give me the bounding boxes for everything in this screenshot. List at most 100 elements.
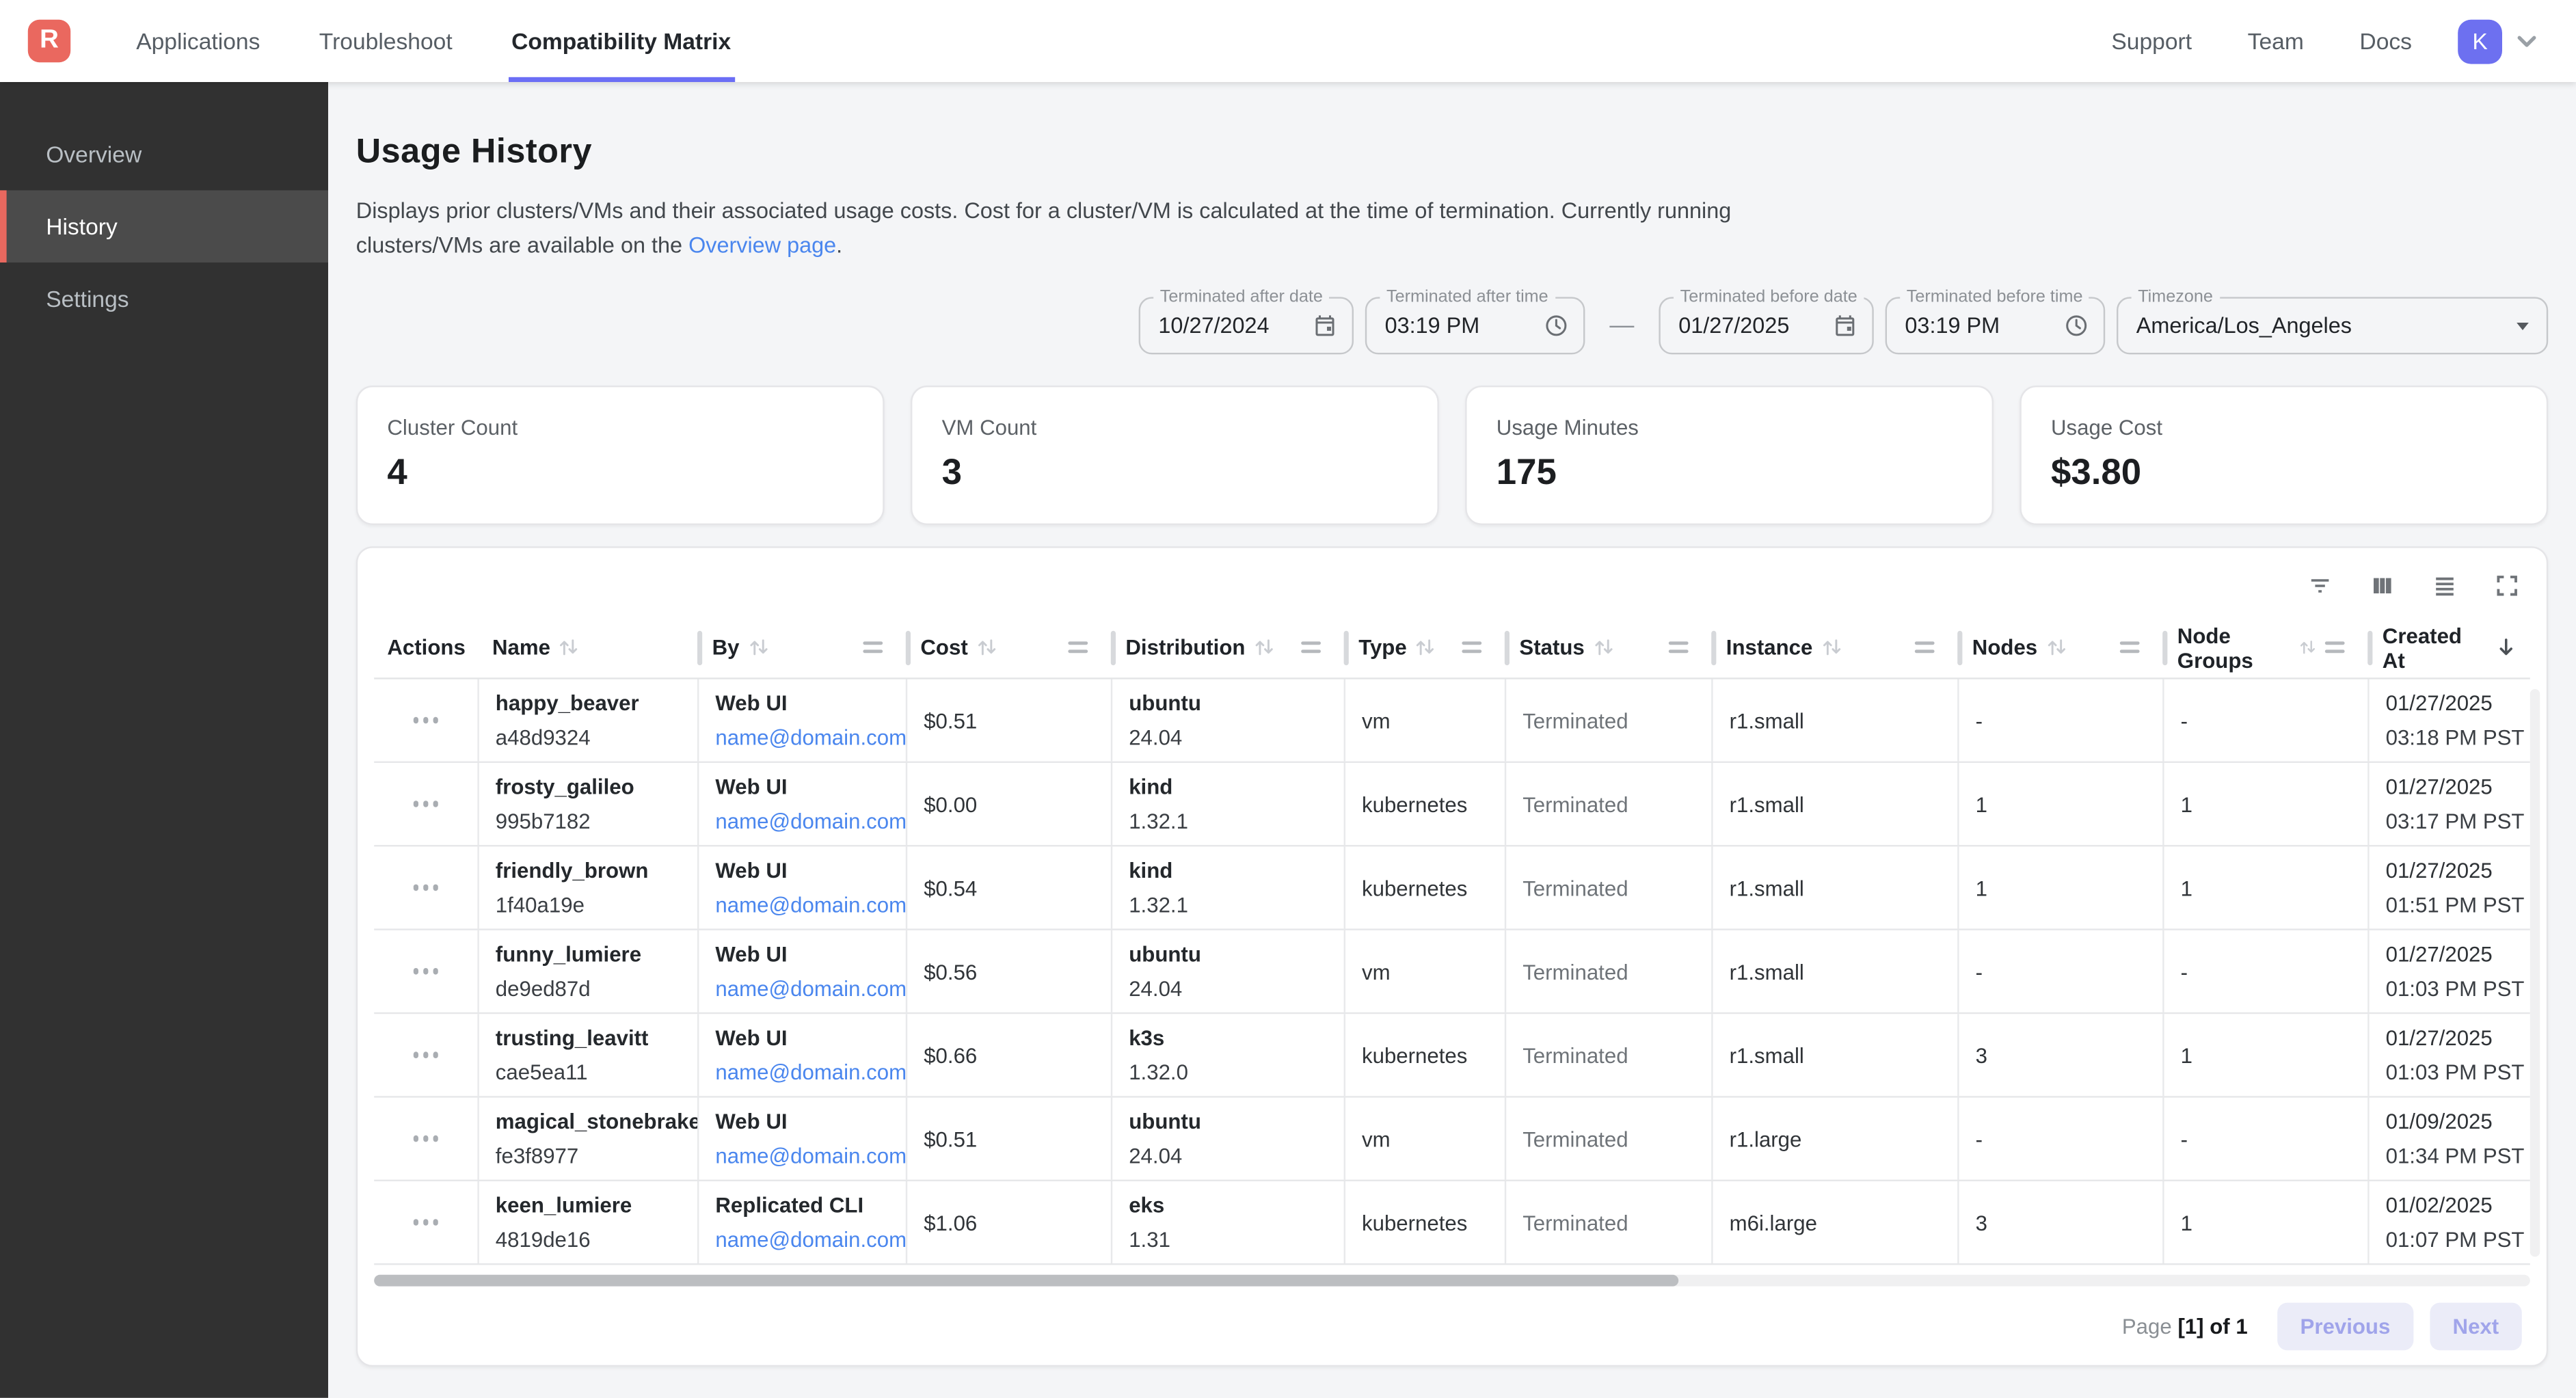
sidebar-item-history[interactable]: History xyxy=(0,190,328,263)
nav-item-support[interactable]: Support xyxy=(2111,28,2192,54)
sort-icon[interactable] xyxy=(748,636,769,658)
cell-status: Terminated xyxy=(1506,1098,1713,1180)
dropdown-arrow-icon[interactable] xyxy=(2501,317,2532,334)
avatar[interactable]: K xyxy=(2458,19,2502,64)
column-header[interactable]: By xyxy=(699,617,907,677)
column-menu-icon[interactable] xyxy=(1915,641,1935,654)
nav-item-compatibility-matrix[interactable]: Compatibility Matrix xyxy=(511,0,731,82)
clock-icon[interactable] xyxy=(2051,313,2089,338)
terminated-after-time-field[interactable]: Terminated after time 03:19 PM xyxy=(1365,297,1585,354)
row-actions-button[interactable] xyxy=(407,794,445,814)
row-email-link[interactable]: name@domain.com xyxy=(715,893,889,917)
sort-icon[interactable] xyxy=(1253,636,1274,658)
columns-icon[interactable] xyxy=(2370,573,2396,599)
cell-nodes: 1 xyxy=(1959,846,2164,928)
cell-name: keen_lumiere 4819de16 xyxy=(479,1181,699,1263)
cell-actions xyxy=(374,763,479,845)
column-menu-icon[interactable] xyxy=(1301,641,1321,654)
overview-page-link[interactable]: Overview page xyxy=(688,233,836,258)
cell-type: vm xyxy=(1345,930,1506,1012)
date-range-separator: — xyxy=(1609,312,1634,340)
row-email-link[interactable]: name@domain.com xyxy=(715,1060,889,1084)
sort-icon[interactable] xyxy=(2045,636,2067,658)
row-actions-button[interactable] xyxy=(407,1213,445,1232)
sort-icon[interactable] xyxy=(1821,636,1842,658)
calendar-icon[interactable] xyxy=(1820,313,1857,338)
page-description: Displays prior clusters/VMs and their as… xyxy=(356,193,2548,263)
cell-nodes: - xyxy=(1959,680,2164,762)
nav-item-troubleshoot[interactable]: Troubleshoot xyxy=(319,0,453,82)
stat-card: Usage Minutes 175 xyxy=(1465,386,1994,525)
horizontal-scrollbar[interactable] xyxy=(374,1275,2530,1287)
cell-nodes: 1 xyxy=(1959,763,2164,845)
terminated-before-time-field[interactable]: Terminated before time 03:19 PM xyxy=(1886,297,2106,354)
cell-by: Web UI name@domain.com xyxy=(699,930,907,1012)
column-menu-icon[interactable] xyxy=(863,641,883,654)
cell-actions xyxy=(374,930,479,1012)
row-email-link[interactable]: name@domain.com xyxy=(715,1227,889,1252)
column-header[interactable]: Status xyxy=(1506,617,1713,677)
row-actions-button[interactable] xyxy=(407,1045,445,1064)
next-page-button[interactable]: Next xyxy=(2430,1302,2522,1349)
previous-page-button[interactable]: Previous xyxy=(2277,1302,2413,1349)
column-menu-icon[interactable] xyxy=(2120,641,2140,654)
calendar-icon[interactable] xyxy=(1300,313,1337,338)
column-header[interactable]: Instance xyxy=(1713,617,1959,677)
column-menu-icon[interactable] xyxy=(2325,641,2345,654)
nav-item-team[interactable]: Team xyxy=(2248,28,2304,54)
clock-icon[interactable] xyxy=(1531,313,1568,338)
cell-status: Terminated xyxy=(1506,680,1713,762)
cell-instance: r1.small xyxy=(1713,763,1959,845)
cell-by: Web UI name@domain.com xyxy=(699,763,907,845)
sort-icon[interactable] xyxy=(2299,636,2317,658)
timezone-select[interactable]: Timezone America/Los_Angeles xyxy=(2117,297,2548,354)
sort-icon[interactable] xyxy=(1593,636,1614,658)
terminated-after-date-field[interactable]: Terminated after date 10/27/2024 xyxy=(1139,297,1354,354)
cell-status: Terminated xyxy=(1506,1014,1713,1096)
row-actions-button[interactable] xyxy=(407,962,445,981)
fullscreen-icon[interactable] xyxy=(2494,573,2520,599)
column-header[interactable]: Type xyxy=(1345,617,1506,677)
chevron-down-icon[interactable] xyxy=(2514,28,2540,54)
cell-actions xyxy=(374,1098,479,1180)
cell-created-at: 01/27/2025 01:03 PM PST xyxy=(2370,930,2530,1012)
sidebar-item-overview[interactable]: Overview xyxy=(0,118,328,191)
status-badge: Terminated xyxy=(1522,1043,1695,1067)
column-menu-icon[interactable] xyxy=(1669,641,1689,654)
column-menu-icon[interactable] xyxy=(1462,641,1481,654)
row-email-link[interactable]: name@domain.com xyxy=(715,1144,889,1168)
density-icon[interactable] xyxy=(2432,573,2458,599)
app-window: R Applications Troubleshoot Compatibilit… xyxy=(0,0,2576,1398)
row-actions-button[interactable] xyxy=(407,1129,445,1148)
nav-item-docs[interactable]: Docs xyxy=(2359,28,2412,54)
filter-icon[interactable] xyxy=(2307,573,2333,599)
top-nav: R Applications Troubleshoot Compatibilit… xyxy=(0,0,2576,82)
vertical-scrollbar[interactable] xyxy=(2530,689,2540,1256)
terminated-before-date-field[interactable]: Terminated before date 01/27/2025 xyxy=(1659,297,1873,354)
column-header[interactable]: Nodes xyxy=(1959,617,2164,677)
sort-icon[interactable] xyxy=(976,636,997,658)
column-header[interactable]: Name xyxy=(479,617,699,677)
sort-desc-icon[interactable] xyxy=(2496,636,2517,658)
column-header[interactable]: Node Groups xyxy=(2164,617,2370,677)
brand-logo[interactable]: R xyxy=(28,20,70,62)
table-row: funny_lumiere de9ed87d Web UI name@domai… xyxy=(374,930,2530,1014)
row-email-link[interactable]: name@domain.com xyxy=(715,809,889,833)
column-header[interactable]: Created At xyxy=(2370,617,2530,677)
row-email-link[interactable]: name@domain.com xyxy=(715,976,889,1001)
row-email-link[interactable]: name@domain.com xyxy=(715,725,889,750)
column-header[interactable]: Distribution xyxy=(1112,617,1345,677)
sort-icon[interactable] xyxy=(1415,636,1436,658)
cell-node-groups: - xyxy=(2164,680,2370,762)
row-actions-button[interactable] xyxy=(407,878,445,898)
horizontal-scrollbar-thumb[interactable] xyxy=(374,1275,1678,1287)
cell-by: Web UI name@domain.com xyxy=(699,846,907,928)
column-header[interactable]: Actions xyxy=(374,617,479,677)
row-actions-button[interactable] xyxy=(407,711,445,730)
sidebar-item-settings[interactable]: Settings xyxy=(0,263,328,335)
column-menu-icon[interactable] xyxy=(1068,641,1088,654)
nav-item-applications[interactable]: Applications xyxy=(136,0,260,82)
column-header[interactable]: Cost xyxy=(907,617,1112,677)
secondary-nav: Support Team Docs K xyxy=(2056,0,2576,82)
sort-icon[interactable] xyxy=(559,636,580,658)
